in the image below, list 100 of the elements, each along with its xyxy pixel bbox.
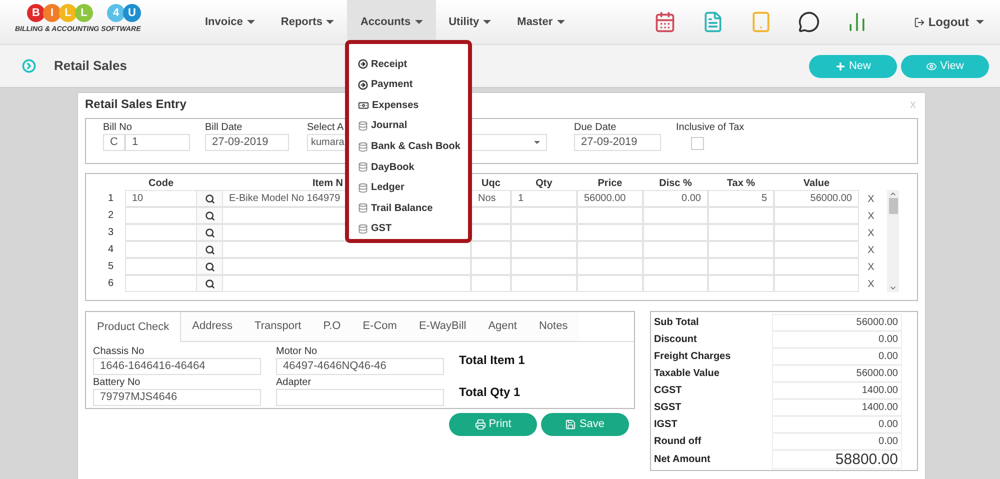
table-cell[interactable] [511,224,577,241]
table-cell[interactable] [577,258,643,275]
table-cell[interactable] [774,258,859,275]
input-field[interactable]: 27-09-2019 [574,134,661,151]
scroll-down-icon[interactable] [889,284,897,292]
table-cell[interactable]: 5 [708,190,774,207]
table-cell[interactable] [708,224,774,241]
input-field[interactable]: C [103,134,125,151]
remove-row-button[interactable]: X [859,224,883,241]
dropdown-menu-item[interactable]: Expenses [358,95,468,116]
scrollbar[interactable] [887,190,899,292]
input-field[interactable]: 1646-1646416-46464 [93,358,261,375]
table-cell[interactable]: 56000.00 [577,190,643,207]
logo-letter: U [123,4,141,22]
table-cell[interactable] [222,275,471,292]
dropdown-menu-item[interactable]: DayBook [358,156,468,178]
input-field[interactable]: 46497-4646NQ46-46 [276,358,444,375]
database-icon [358,182,368,193]
dropdown-menu-item[interactable]: Trail Balance [358,198,468,218]
table-cell[interactable] [708,207,774,224]
table-cell[interactable] [708,241,774,258]
field-label: Bill Date [205,121,244,134]
plus-icon [834,60,846,72]
table-cell[interactable]: 56000.00 [774,190,859,207]
row-number: 6 [107,277,115,291]
table-cell[interactable] [643,275,708,292]
caret-icon [976,20,984,24]
dropdown-menu-item[interactable]: Payment [358,74,468,96]
table-cell[interactable] [471,275,511,292]
table-cell[interactable] [577,207,643,224]
table-cell[interactable] [511,207,577,224]
logout-button[interactable]: Logout [914,0,984,44]
dropdown-menu-item[interactable]: Ledger [358,177,468,198]
table-cell[interactable] [643,241,708,258]
table-cell[interactable] [511,258,577,275]
dropdown-menu-item[interactable]: Journal [358,116,468,136]
table-cell[interactable] [471,258,511,275]
column-header: Qty [534,177,554,190]
field-label: Due Date [574,121,618,134]
column-header: Price [596,177,624,190]
row-number: 1 [107,192,115,206]
summary-value: 56000.00 [772,314,902,332]
table-cell[interactable] [577,241,643,258]
table-cell[interactable] [577,224,643,241]
table-cell[interactable] [708,275,774,292]
summary-label: Taxable Value [654,367,720,382]
table-cell[interactable] [511,241,577,258]
table-cell[interactable] [643,258,708,275]
table-cell[interactable] [774,207,859,224]
dropdown-menu-item[interactable]: GST [358,218,468,240]
table-cell[interactable] [125,275,197,292]
table-cell[interactable] [643,224,708,241]
remove-row-button[interactable]: X [859,258,883,275]
caret-icon [556,20,565,24]
table-cell[interactable] [125,224,197,241]
table-cell[interactable] [774,224,859,241]
table-cell[interactable] [774,241,859,258]
search-icon[interactable] [204,244,214,254]
table-cell[interactable] [643,207,708,224]
table-cell[interactable]: 0.00 [643,190,708,207]
checkbox[interactable] [691,137,704,150]
search-icon[interactable] [204,278,214,288]
table-cell[interactable] [125,241,197,258]
remove-row-button[interactable]: X [859,190,883,207]
input-field[interactable]: 79797MJS4646 [93,389,261,406]
table-cell[interactable] [774,275,859,292]
scroll-up-icon[interactable] [889,190,897,198]
table-cell[interactable]: 1 [511,190,577,207]
logo-letter: 4 [107,4,125,22]
table-cell[interactable] [577,275,643,292]
input-field[interactable]: 1 [125,134,190,151]
summary-value: 0.00 [772,348,902,366]
tab[interactable]: Product Check [86,312,182,342]
table-cell[interactable] [222,258,471,275]
logo-letter: L [75,4,93,22]
calendar-icon[interactable] [654,11,676,33]
table-cell[interactable] [511,275,577,292]
remove-row-button[interactable]: X [859,241,883,258]
search-icon[interactable] [204,262,214,272]
search-icon[interactable] [204,228,214,238]
table-cell[interactable]: 10 [125,190,197,207]
summary-label: CGST [654,384,683,398]
table-cell[interactable] [125,207,197,224]
remove-row-button[interactable]: X [859,275,883,292]
remove-row-button[interactable]: X [859,207,883,224]
column-header: Uqc [480,177,502,190]
scrollbar-thumb[interactable] [888,198,898,214]
table-cell[interactable] [471,241,511,258]
nav-menu-item[interactable]: Invoice [192,0,268,44]
chat-bubble-icon[interactable] [798,11,820,33]
input-field[interactable] [276,389,444,406]
input-field[interactable]: 27-09-2019 [205,134,289,151]
search-icon[interactable] [204,210,214,220]
logo-letter: B [27,4,45,22]
dropdown-menu-item[interactable]: Receipt [358,54,468,75]
table-cell[interactable] [125,258,197,275]
nav-menu-item[interactable]: Master [504,0,578,44]
table-cell[interactable] [708,258,774,275]
search-icon[interactable] [204,194,214,204]
total-text: Total Item 1 [459,352,525,369]
